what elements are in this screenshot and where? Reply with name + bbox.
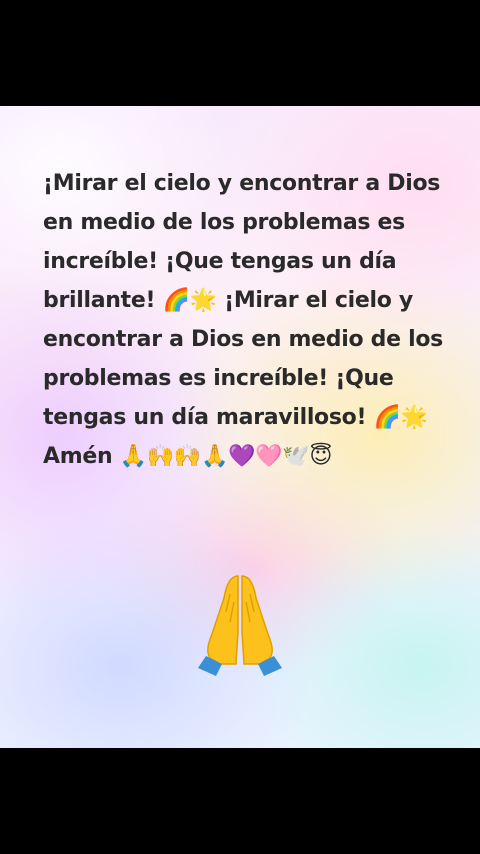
message-text: ¡Mirar el cielo y encontrar a Dios en me… <box>43 171 443 469</box>
folded-hands-icon <box>198 575 282 676</box>
gradient-card: ¡Mirar el cielo y encontrar a Dios en me… <box>0 106 480 748</box>
screen: ¡Mirar el cielo y encontrar a Dios en me… <box>0 0 480 854</box>
